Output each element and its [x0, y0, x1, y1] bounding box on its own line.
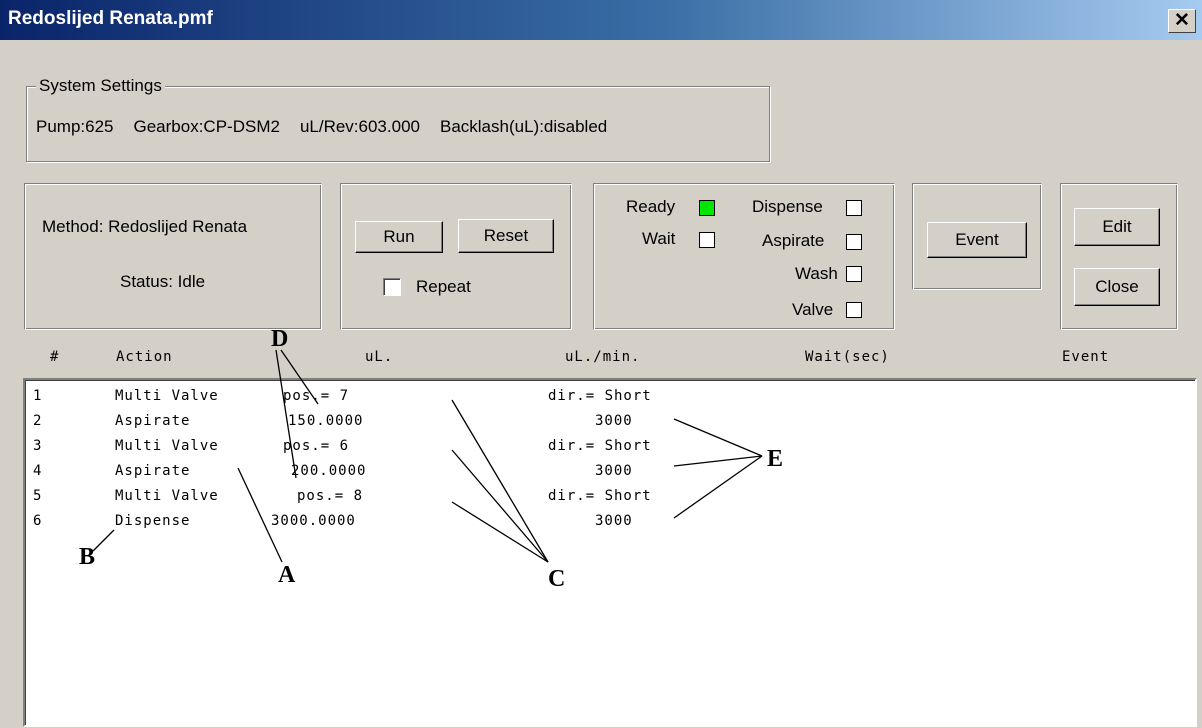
- annotation-line-d1: [280, 349, 319, 405]
- annotation-line-c1: [451, 399, 549, 563]
- annotation-line-e3: [673, 455, 763, 519]
- annotation-c: C: [548, 566, 566, 592]
- annotation-a: A: [278, 562, 296, 588]
- annotation-line-b: [92, 529, 115, 552]
- annotation-e: E: [767, 446, 784, 472]
- annotation-line-c2: [451, 449, 549, 563]
- annotation-line-c3: [451, 501, 549, 563]
- annotation-lines: [92, 349, 763, 563]
- annotation-line-e1: [673, 418, 763, 457]
- program-window: Redoslijed Renata.pmf ✕ System Settings …: [0, 0, 1202, 728]
- annotation-d: D: [271, 326, 289, 352]
- annotation-line-d2: [275, 349, 297, 479]
- annotation-line-e2: [673, 455, 763, 467]
- annotation-b: B: [79, 544, 96, 570]
- annotation-line-a: [237, 467, 283, 563]
